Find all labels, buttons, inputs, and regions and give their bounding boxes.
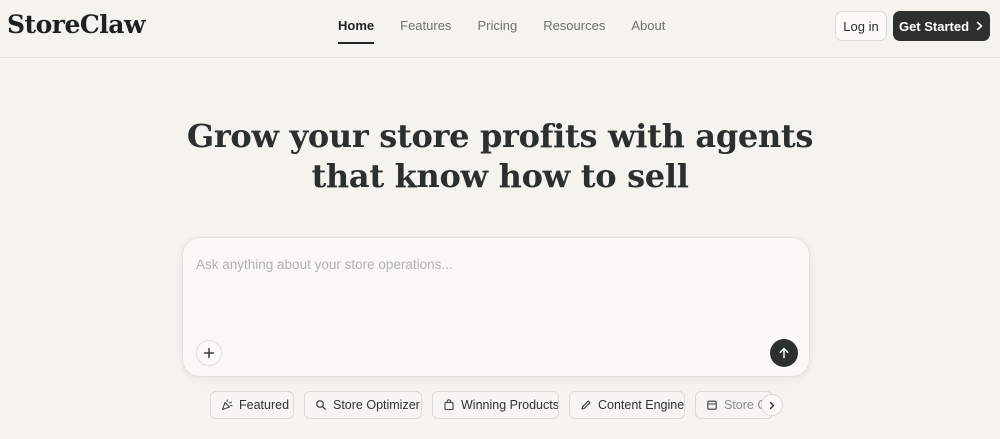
chevron-right-icon bbox=[769, 401, 775, 409]
store-icon bbox=[707, 400, 717, 410]
add-attachment-button[interactable] bbox=[196, 340, 222, 366]
chip-label: Featured bbox=[239, 398, 290, 412]
pencil-icon bbox=[581, 400, 591, 410]
chip-label: Winning Products bbox=[461, 398, 559, 412]
nav-item-home[interactable]: Home bbox=[338, 0, 375, 52]
chip-store-optimizer[interactable]: Store Optimizer bbox=[304, 391, 422, 419]
main-nav: Home Features Pricing Resources About bbox=[338, 0, 691, 58]
login-label: Log in bbox=[843, 18, 879, 34]
hero-line-1: Grow your store profits with agents bbox=[186, 117, 814, 155]
brand-logo[interactable]: StoreClaw bbox=[7, 10, 145, 39]
arrow-up-icon bbox=[779, 347, 789, 359]
party-popper-icon bbox=[221, 399, 233, 411]
shopping-bag-icon bbox=[444, 399, 454, 411]
nav-item-resources[interactable]: Resources bbox=[543, 0, 605, 52]
get-started-button[interactable]: Get Started bbox=[893, 11, 990, 41]
nav-item-pricing[interactable]: Pricing bbox=[477, 0, 517, 52]
chip-label: Content Engine bbox=[598, 398, 685, 412]
chip-winning-products[interactable]: Winning Products bbox=[432, 391, 559, 419]
site-header: StoreClaw Home Features Pricing Resource… bbox=[0, 0, 1000, 58]
chip-content-engine[interactable]: Content Engine bbox=[569, 391, 685, 419]
plus-icon bbox=[203, 347, 215, 359]
search-icon bbox=[316, 400, 326, 410]
chip-featured[interactable]: Featured bbox=[210, 391, 294, 419]
hero-heading: Grow your store profits with agents that… bbox=[0, 116, 1000, 196]
hero-line-2: that know how to sell bbox=[311, 157, 689, 195]
chevron-right-icon bbox=[976, 21, 983, 31]
chat-input[interactable] bbox=[196, 252, 756, 276]
suggestion-chips: Featured Store Optimizer Winning Product… bbox=[210, 391, 810, 421]
chips-scroll-next-button[interactable] bbox=[761, 394, 783, 416]
chat-composer bbox=[182, 237, 810, 377]
nav-item-about[interactable]: About bbox=[631, 0, 665, 52]
nav-item-features[interactable]: Features bbox=[400, 0, 451, 52]
get-started-label: Get Started bbox=[898, 18, 970, 34]
login-button[interactable]: Log in bbox=[835, 11, 887, 41]
send-button[interactable] bbox=[770, 339, 798, 367]
chip-label: Store Optimizer bbox=[333, 398, 420, 412]
